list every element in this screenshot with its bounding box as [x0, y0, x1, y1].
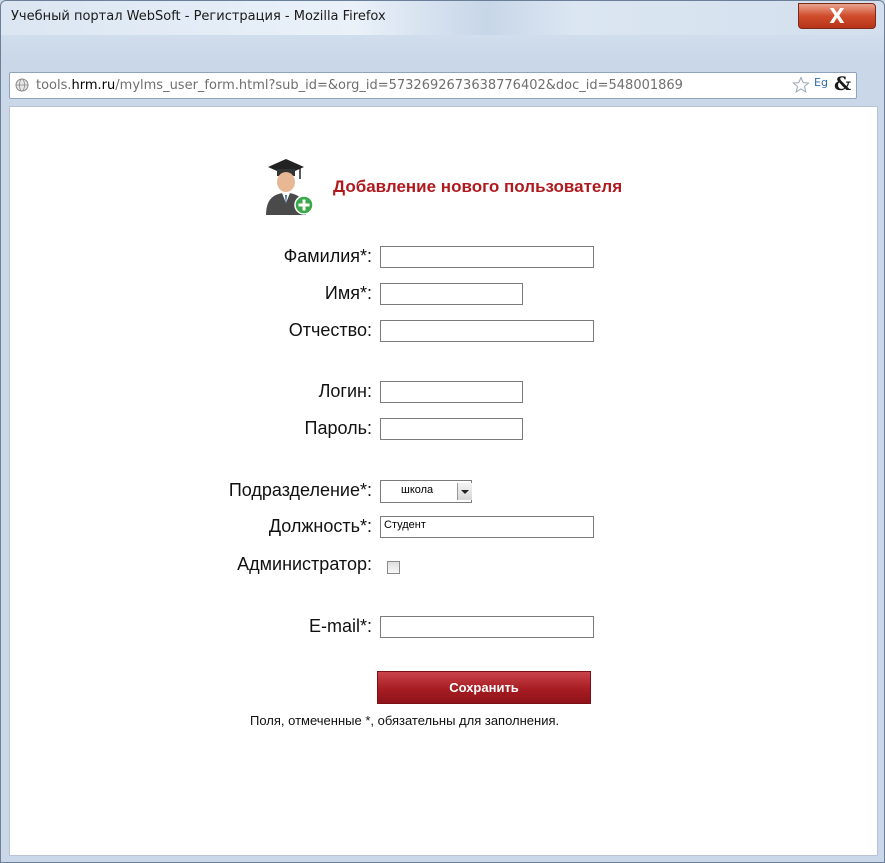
- login-input[interactable]: [380, 381, 523, 403]
- url-host: hrm.ru: [71, 78, 116, 93]
- department-value: школа: [401, 484, 434, 496]
- save-button[interactable]: Сохранить: [377, 671, 591, 704]
- middle-name-input[interactable]: [380, 320, 594, 342]
- browser-window: Учебный портал WebSoft - Регистрация - M…: [0, 0, 885, 863]
- close-icon: X: [829, 4, 845, 28]
- login-label: Логин:: [318, 381, 372, 401]
- page-content: Добавление нового пользователя Фамилия*:…: [9, 106, 878, 856]
- title-bar[interactable]: Учебный портал WebSoft - Регистрация - M…: [1, 1, 884, 35]
- chevron-down-icon[interactable]: [457, 483, 472, 500]
- bookmark-star-icon[interactable]: [792, 76, 810, 94]
- close-button[interactable]: X: [798, 3, 876, 29]
- password-label: Пароль:: [304, 418, 372, 438]
- department-label: Подразделение*:: [228, 480, 372, 500]
- email-label: E-mail*:: [308, 616, 372, 636]
- password-input[interactable]: [380, 418, 523, 440]
- window-title: Учебный портал WebSoft - Регистрация - M…: [11, 9, 386, 24]
- required-fields-note: Поля, отмеченные *, обязательны для запо…: [250, 713, 560, 728]
- first-name-label: Имя*:: [324, 283, 372, 303]
- language-icon[interactable]: Eg: [814, 76, 828, 89]
- first-name-input[interactable]: [380, 283, 523, 305]
- addon-icon[interactable]: &: [834, 73, 851, 95]
- position-input[interactable]: Студент: [380, 516, 594, 538]
- user-add-icon: [266, 159, 314, 215]
- url-prefix: tools.: [36, 78, 72, 93]
- url-path: /mylms_user_form.html?sub_id=&org_id=573…: [115, 78, 683, 93]
- department-select[interactable]: школа: [380, 480, 472, 503]
- url-text: tools.hrm.ru/mylms_user_form.html?sub_id…: [36, 78, 796, 93]
- address-bar[interactable]: tools.hrm.ru/mylms_user_form.html?sub_id…: [9, 72, 857, 99]
- page-title: Добавление нового пользователя: [333, 177, 623, 196]
- admin-checkbox[interactable]: [387, 561, 400, 574]
- email-input[interactable]: [380, 616, 594, 638]
- last-name-label: Фамилия*:: [283, 246, 372, 266]
- admin-label: Администратор:: [237, 554, 372, 574]
- position-label: Должность*:: [268, 516, 372, 536]
- middle-name-label: Отчество:: [288, 320, 372, 340]
- last-name-input[interactable]: [380, 246, 594, 268]
- globe-icon: [15, 78, 29, 92]
